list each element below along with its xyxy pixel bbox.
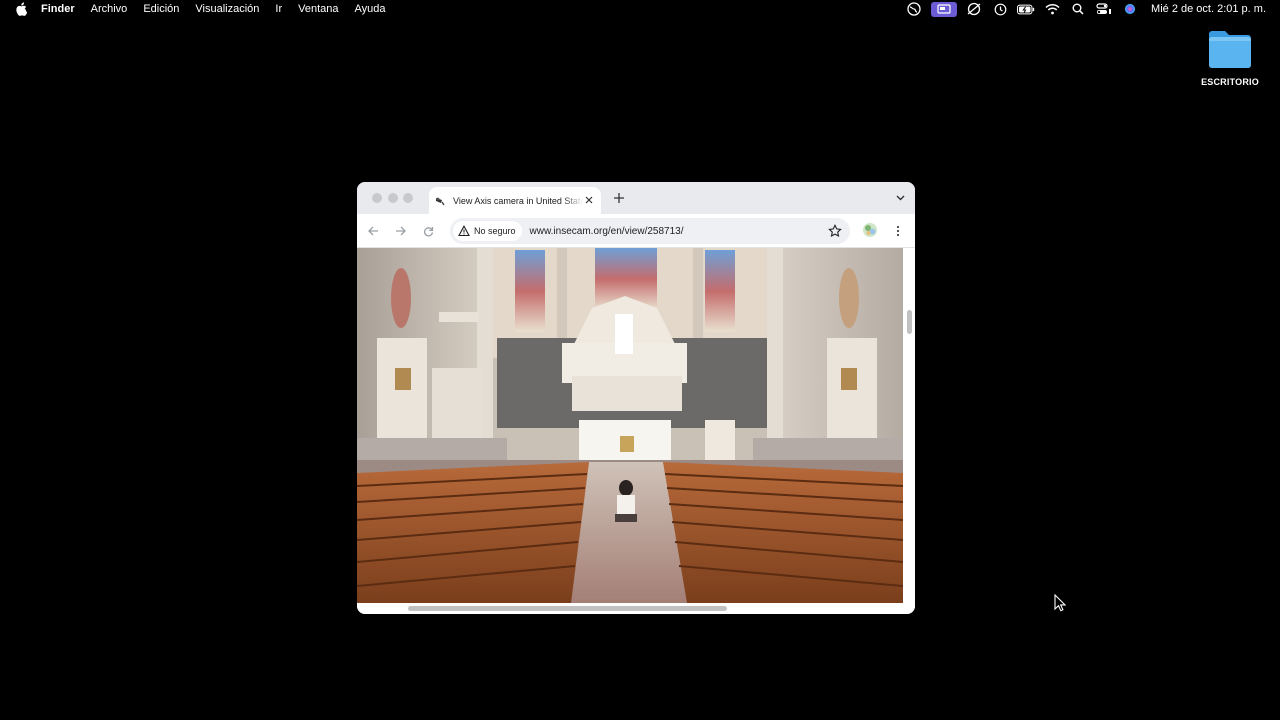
desktop-folder-escritorio[interactable]: ESCRITORIO bbox=[1198, 28, 1262, 87]
forward-arrow-icon[interactable] bbox=[392, 223, 408, 239]
menu-ayuda[interactable]: Ayuda bbox=[355, 3, 386, 15]
spotlight-search-icon[interactable] bbox=[1069, 2, 1087, 16]
warning-triangle-icon bbox=[458, 225, 470, 237]
security-chip[interactable]: No seguro bbox=[453, 221, 522, 241]
browser-window: View Axis camera in United States No seg… bbox=[357, 182, 915, 614]
wifi-icon[interactable] bbox=[1043, 2, 1061, 16]
close-window-button[interactable] bbox=[372, 193, 382, 203]
vertical-scrollbar[interactable] bbox=[907, 310, 912, 334]
folder-icon bbox=[1209, 31, 1251, 68]
mouse-cursor-icon bbox=[1054, 594, 1066, 612]
horizontal-scrollbar[interactable] bbox=[408, 606, 727, 611]
menu-archivo[interactable]: Archivo bbox=[91, 3, 128, 15]
minimize-window-button[interactable] bbox=[388, 193, 398, 203]
menu-app-finder[interactable]: Finder bbox=[41, 3, 75, 15]
maximize-window-button[interactable] bbox=[403, 193, 413, 203]
battery-charging-icon[interactable] bbox=[1017, 2, 1035, 16]
vpn-globe-icon[interactable] bbox=[905, 2, 923, 16]
reload-icon[interactable] bbox=[420, 223, 436, 239]
folder-label: ESCRITORIO bbox=[1201, 77, 1259, 87]
bookmark-star-icon[interactable] bbox=[828, 224, 842, 238]
url-text[interactable]: www.insecam.org/en/view/258713/ bbox=[530, 226, 684, 237]
address-bar[interactable]: No seguro www.insecam.org/en/view/258713… bbox=[450, 218, 850, 244]
screen-mirror-icon[interactable] bbox=[931, 1, 958, 17]
time-machine-icon[interactable] bbox=[991, 2, 1009, 16]
extension-avatar-icon[interactable] bbox=[862, 222, 878, 238]
tab-search-chevron-down-icon[interactable] bbox=[891, 189, 909, 207]
camera-feed-image[interactable] bbox=[357, 248, 903, 603]
accessibility-icon[interactable] bbox=[965, 2, 983, 16]
camera-favicon-icon bbox=[436, 197, 445, 205]
siri-icon[interactable] bbox=[1121, 2, 1139, 16]
menu-bar: Finder Archivo Edición Visualización Ir … bbox=[0, 0, 1280, 18]
control-center-icon[interactable] bbox=[1095, 2, 1113, 16]
menu-ventana[interactable]: Ventana bbox=[298, 3, 338, 15]
menubar-clock[interactable]: Mié 2 de oct. 2:01 p. m. bbox=[1151, 3, 1266, 15]
tab-close-icon[interactable] bbox=[583, 194, 595, 206]
security-chip-label: No seguro bbox=[474, 226, 516, 236]
tab-strip: View Axis camera in United States bbox=[357, 182, 915, 214]
more-options-kebab-icon[interactable] bbox=[892, 223, 904, 239]
apple-logo-icon[interactable] bbox=[14, 2, 28, 16]
browser-toolbar: No seguro www.insecam.org/en/view/258713… bbox=[357, 214, 915, 248]
menu-visualizacion[interactable]: Visualización bbox=[195, 3, 259, 15]
menu-ir[interactable]: Ir bbox=[275, 3, 282, 15]
tab-active[interactable]: View Axis camera in United States bbox=[429, 187, 601, 214]
back-arrow-icon[interactable] bbox=[365, 223, 381, 239]
menu-edicion[interactable]: Edición bbox=[143, 3, 179, 15]
tab-title: View Axis camera in United States bbox=[453, 195, 583, 206]
new-tab-plus-icon[interactable] bbox=[612, 191, 626, 205]
page-viewport bbox=[357, 248, 915, 614]
